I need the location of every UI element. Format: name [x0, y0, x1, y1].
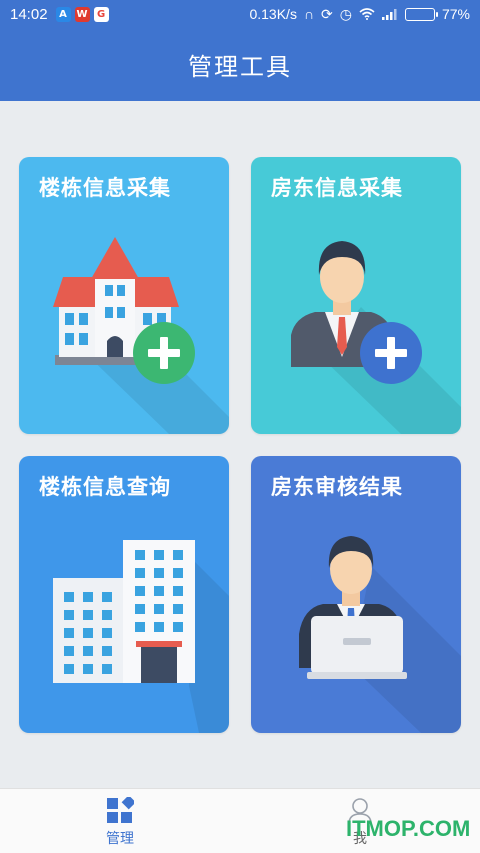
grid-icon	[107, 797, 134, 823]
status-right: 0.13K/s ∩ ⟳ ◷ 77%	[249, 6, 470, 22]
window	[173, 568, 183, 578]
app-header: 管理工具	[0, 28, 480, 101]
card-landlord-collect[interactable]: 房东信息采集	[251, 157, 461, 434]
window	[135, 622, 145, 632]
window	[102, 610, 112, 620]
window	[102, 592, 112, 602]
battery-percent: 77%	[441, 6, 470, 22]
app-notification-icon: A	[55, 6, 71, 22]
card-landlord-review[interactable]: 房东审核结果	[251, 456, 461, 733]
window	[135, 604, 145, 614]
wifi-icon	[359, 8, 375, 20]
window	[64, 592, 74, 602]
window	[173, 604, 183, 614]
window	[173, 586, 183, 596]
window	[154, 604, 164, 614]
google-icon: G	[93, 6, 109, 22]
window	[83, 592, 93, 602]
window	[173, 622, 183, 632]
window	[154, 568, 164, 578]
window	[83, 610, 93, 620]
window	[102, 664, 112, 674]
nav-item-manage[interactable]: 管理	[0, 789, 240, 853]
card-label: 楼栋信息查询	[39, 475, 171, 499]
window	[135, 586, 145, 596]
page-title: 管理工具	[188, 53, 292, 81]
window	[83, 628, 93, 638]
nav-label-manage: 管理	[106, 831, 134, 847]
window	[102, 628, 112, 638]
alarm-icon: ◷	[339, 6, 352, 22]
status-time: 14:02	[10, 5, 48, 23]
window	[64, 628, 74, 638]
network-speed: 0.13K/s	[249, 6, 297, 22]
sync-icon: ⟳	[321, 6, 333, 22]
window	[64, 646, 74, 656]
window	[64, 610, 74, 620]
signal-icon	[381, 9, 397, 20]
card-building-collect[interactable]: 楼栋信息采集	[19, 157, 229, 434]
battery-icon	[404, 7, 438, 21]
card-label: 房东信息采集	[271, 176, 403, 200]
window	[135, 550, 145, 560]
window	[154, 622, 164, 632]
window	[64, 664, 74, 674]
window	[135, 568, 145, 578]
window	[173, 550, 183, 560]
window	[83, 664, 93, 674]
window	[102, 646, 112, 656]
weibo-icon: W	[74, 6, 90, 22]
status-bar: 14:02 A W G 0.13K/s ∩ ⟳ ◷ 77%	[0, 0, 480, 28]
headphones-icon: ∩	[303, 6, 315, 22]
window	[154, 586, 164, 596]
card-label: 楼栋信息采集	[39, 176, 171, 200]
window	[83, 646, 93, 656]
watermark-logo: ITMOP.COM	[346, 816, 471, 841]
window	[154, 550, 164, 560]
card-label: 房东审核结果	[271, 475, 403, 499]
card-building-query[interactable]: 楼栋信息查询	[19, 456, 229, 733]
